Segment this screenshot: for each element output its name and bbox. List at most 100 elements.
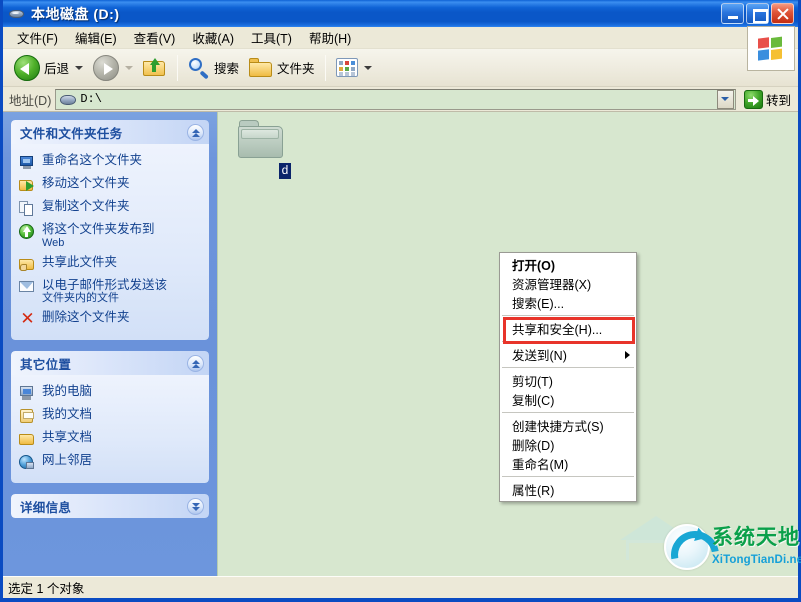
search-icon bbox=[188, 57, 210, 79]
task-copy-folder[interactable]: 复制这个文件夹 bbox=[17, 197, 203, 220]
menu-view[interactable]: 查看(V) bbox=[126, 26, 185, 49]
title-bar[interactable]: 本地磁盘 (D:) bbox=[3, 0, 798, 27]
panel-body-other-places: 我的电脑 我的文档 共享文档 网上邻居 bbox=[11, 375, 209, 484]
go-arrow-icon bbox=[743, 89, 763, 109]
ctx-separator-1 bbox=[502, 315, 634, 316]
menu-favorites[interactable]: 收藏(A) bbox=[184, 26, 243, 49]
shared-documents-icon bbox=[19, 431, 36, 448]
publish-web-icon bbox=[19, 223, 36, 240]
task-delete-folder[interactable]: ✕ 删除这个文件夹 bbox=[17, 308, 203, 331]
task-publish-label: 将这个文件夹发布到 bbox=[42, 222, 155, 236]
ctx-rename[interactable]: 重命名(M) bbox=[500, 454, 636, 473]
menu-file[interactable]: 文件(F) bbox=[9, 26, 67, 49]
task-email-folder-files[interactable]: 以电子邮件形式发送该 文件夹内的文件 bbox=[17, 276, 203, 309]
windows-flag-logo bbox=[747, 26, 795, 71]
menu-edit[interactable]: 编辑(E) bbox=[67, 26, 126, 49]
submenu-arrow-icon bbox=[625, 350, 630, 359]
task-rename-folder[interactable]: 重命名这个文件夹 bbox=[17, 151, 203, 174]
address-bar: 地址(D) D:\ 转到 bbox=[3, 87, 798, 112]
network-places-icon bbox=[19, 454, 36, 471]
ctx-send-to-label: 发送到(N) bbox=[512, 349, 567, 363]
folders-icon bbox=[249, 57, 273, 78]
panel-title: 文件和文件夹任务 bbox=[20, 126, 123, 141]
file-list-pane[interactable]: d 打开(O) 资源管理器(X) 搜索(E)... 共享和安全(H)... 发送… bbox=[217, 112, 798, 576]
ctx-copy[interactable]: 复制(C) bbox=[500, 390, 636, 409]
ctx-separator-4 bbox=[502, 412, 634, 413]
menu-help[interactable]: 帮助(H) bbox=[301, 26, 360, 49]
ctx-search[interactable]: 搜索(E)... bbox=[500, 293, 636, 312]
explorer-window: 本地磁盘 (D:) 文件(F) 编辑(E) 查看(V) 收藏(A) 工具(T) … bbox=[0, 0, 801, 602]
menu-bar: 文件(F) 编辑(E) 查看(V) 收藏(A) 工具(T) 帮助(H) bbox=[3, 26, 798, 71]
context-menu[interactable]: 打开(O) 资源管理器(X) 搜索(E)... 共享和安全(H)... 发送到(… bbox=[499, 252, 637, 502]
task-pane-sidebar: 文件和文件夹任务 重命名这个文件夹 移动这个文件夹 复制这个文件夹 将这个文件夹… bbox=[3, 112, 217, 576]
address-input[interactable]: D:\ bbox=[55, 88, 736, 110]
ctx-send-to[interactable]: 发送到(N) bbox=[500, 345, 636, 364]
window-title: 本地磁盘 (D:) bbox=[31, 5, 120, 22]
ctx-sharing-and-security[interactable]: 共享和安全(H)... bbox=[500, 319, 636, 338]
chevron-up-icon[interactable] bbox=[187, 354, 204, 372]
forward-button[interactable] bbox=[88, 52, 138, 84]
tool-bar: 后退 搜索 文件夹 bbox=[3, 49, 798, 87]
folder-label: d bbox=[279, 163, 291, 179]
place-my-computer[interactable]: 我的电脑 bbox=[17, 382, 203, 405]
minimize-button[interactable] bbox=[721, 3, 744, 24]
panel-header-file-folder-tasks[interactable]: 文件和文件夹任务 bbox=[11, 120, 209, 144]
toolbar-separator-2 bbox=[324, 54, 326, 81]
chevron-up-icon[interactable] bbox=[187, 123, 204, 141]
ctx-cut[interactable]: 剪切(T) bbox=[500, 371, 636, 390]
hard-disk-icon-small bbox=[60, 94, 77, 105]
panel-file-folder-tasks: 文件和文件夹任务 重命名这个文件夹 移动这个文件夹 复制这个文件夹 将这个文件夹… bbox=[11, 120, 209, 341]
ctx-open[interactable]: 打开(O) bbox=[500, 255, 636, 274]
window-body: 文件和文件夹任务 重命名这个文件夹 移动这个文件夹 复制这个文件夹 将这个文件夹… bbox=[3, 112, 798, 576]
task-publish-sublabel: Web bbox=[42, 236, 65, 249]
copy-icon bbox=[19, 200, 36, 217]
panel-title: 其它位置 bbox=[20, 357, 72, 372]
task-email-label: 以电子邮件形式发送该 bbox=[42, 277, 168, 292]
views-icon bbox=[335, 58, 358, 77]
window-controls bbox=[721, 3, 796, 24]
move-icon bbox=[19, 177, 36, 194]
place-shared-documents[interactable]: 共享文档 bbox=[17, 428, 203, 451]
status-text: 选定 1 个对象 bbox=[8, 582, 85, 596]
menu-tools[interactable]: 工具(T) bbox=[243, 26, 301, 49]
back-arrow-icon bbox=[14, 54, 40, 81]
folders-button[interactable]: 文件夹 bbox=[244, 52, 320, 84]
go-button[interactable]: 转到 bbox=[740, 89, 795, 109]
delete-icon: ✕ bbox=[20, 309, 35, 329]
maximize-button[interactable] bbox=[746, 3, 769, 24]
folder-icon bbox=[237, 120, 285, 160]
panel-header-other-places[interactable]: 其它位置 bbox=[11, 351, 209, 376]
chevron-down-icon[interactable] bbox=[187, 497, 204, 515]
my-documents-icon bbox=[19, 408, 36, 425]
hard-disk-icon bbox=[8, 5, 26, 23]
place-my-documents[interactable]: 我的文档 bbox=[17, 405, 203, 428]
panel-header-details[interactable]: 详细信息 bbox=[11, 494, 209, 519]
task-publish-to-web[interactable]: 将这个文件夹发布到 Web bbox=[17, 220, 203, 253]
status-bar: 选定 1 个对象 bbox=[3, 576, 798, 598]
place-network-places[interactable]: 网上邻居 bbox=[17, 451, 203, 474]
folder-item[interactable]: d bbox=[222, 116, 300, 179]
my-computer-icon bbox=[19, 385, 36, 402]
up-button[interactable] bbox=[138, 52, 172, 84]
ctx-create-shortcut[interactable]: 创建快捷方式(S) bbox=[500, 416, 636, 435]
panel-title: 详细信息 bbox=[20, 500, 72, 515]
close-button[interactable] bbox=[771, 3, 794, 24]
task-move-folder[interactable]: 移动这个文件夹 bbox=[17, 174, 203, 197]
task-share-folder[interactable]: 共享此文件夹 bbox=[17, 253, 203, 276]
ctx-explore[interactable]: 资源管理器(X) bbox=[500, 274, 636, 293]
back-button[interactable]: 后退 bbox=[9, 52, 88, 84]
address-value: D:\ bbox=[80, 92, 102, 106]
search-button[interactable]: 搜索 bbox=[183, 52, 244, 84]
address-dropdown-button[interactable] bbox=[716, 89, 734, 109]
back-dropdown-caret[interactable] bbox=[75, 65, 84, 70]
toolbar-separator bbox=[177, 54, 179, 81]
views-dropdown-caret[interactable] bbox=[363, 65, 372, 70]
forward-arrow-icon bbox=[93, 54, 120, 81]
share-folder-icon bbox=[19, 256, 36, 273]
forward-dropdown-caret[interactable] bbox=[125, 65, 134, 70]
email-icon bbox=[19, 279, 36, 296]
ctx-properties[interactable]: 属性(R) bbox=[500, 480, 636, 499]
ctx-delete[interactable]: 删除(D) bbox=[500, 435, 636, 454]
views-button[interactable] bbox=[331, 52, 377, 84]
ctx-separator-5 bbox=[502, 476, 634, 477]
